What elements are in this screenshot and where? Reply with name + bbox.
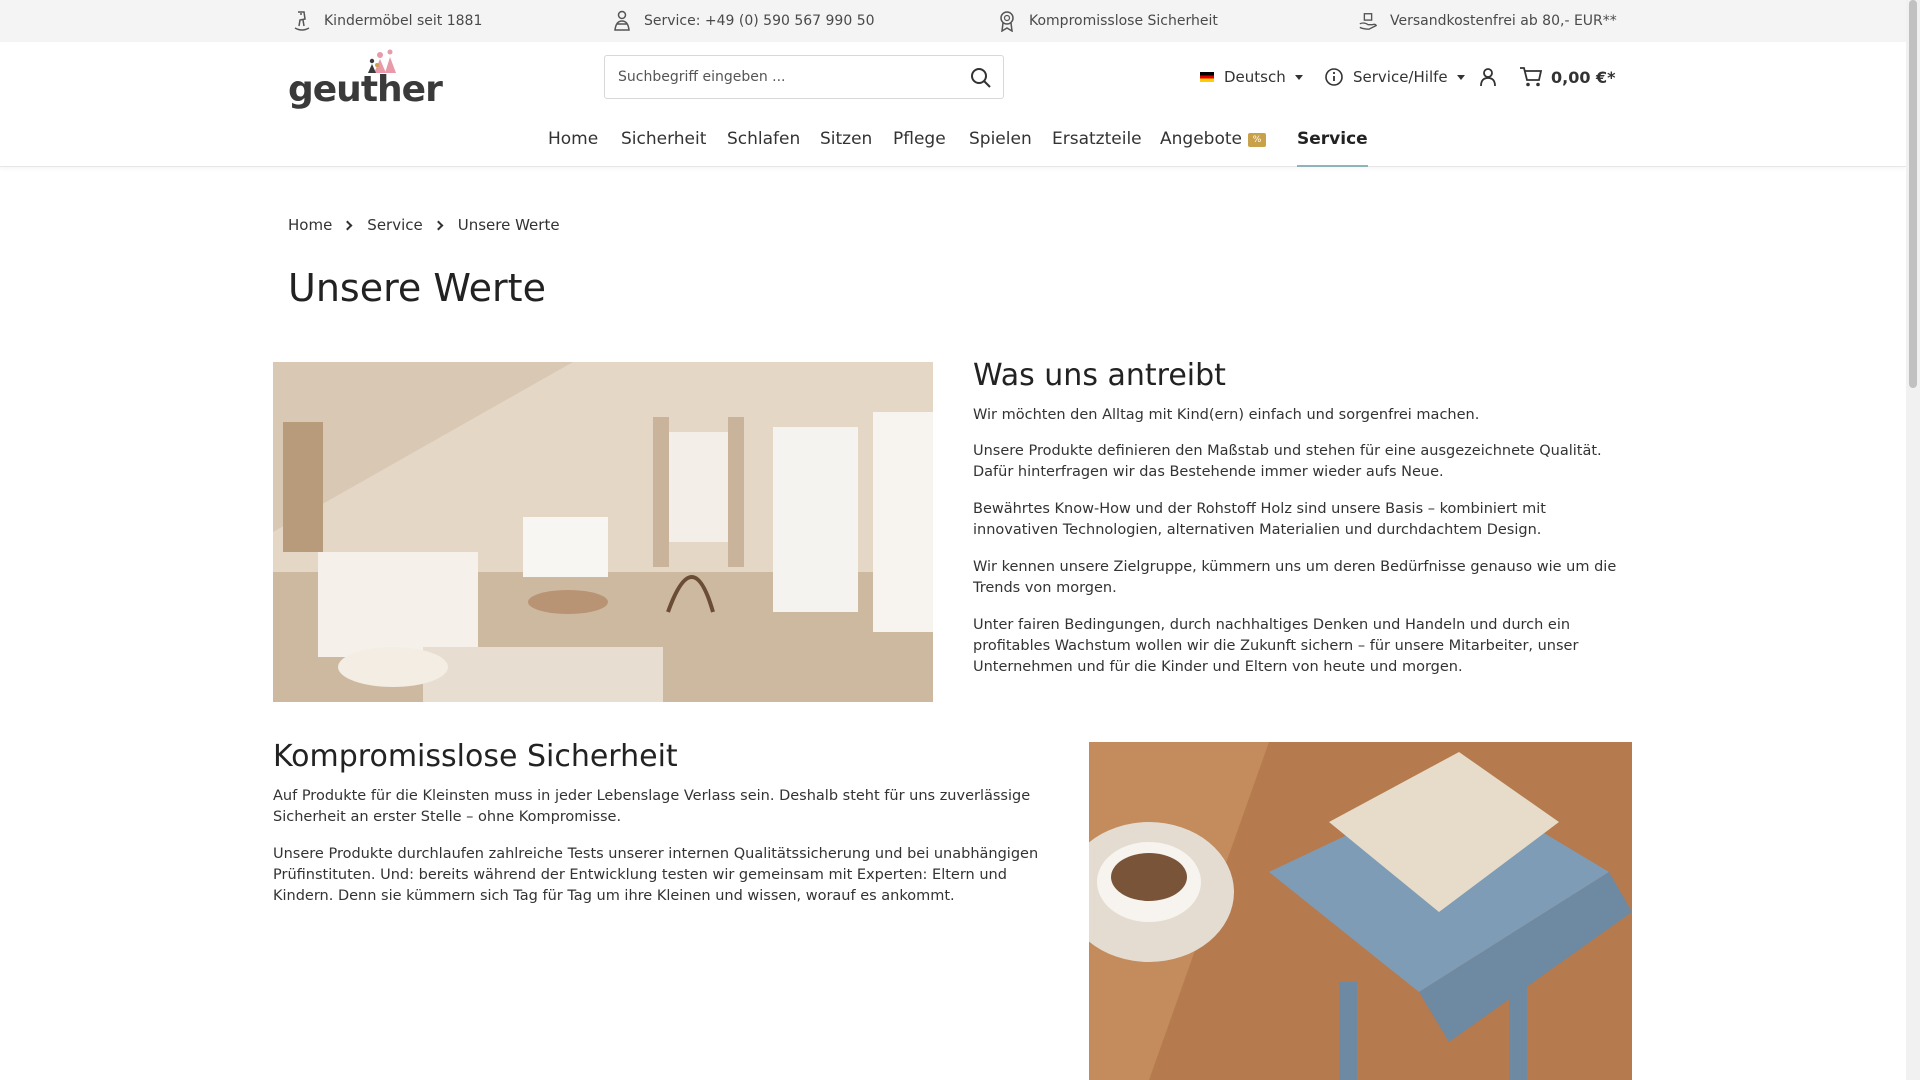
account-button[interactable] (1478, 55, 1498, 99)
breadcrumb-current: Unsere Werte (457, 216, 560, 234)
logo[interactable]: geuther (288, 49, 443, 115)
nav-item-service[interactable]: Service (1297, 122, 1368, 167)
cart-button[interactable]: 0,00 €* (1519, 55, 1616, 99)
cart-icon (1520, 67, 1543, 87)
usp-text: Versandkostenfrei ab 80,- EUR** (1390, 13, 1617, 29)
highchair-image (1089, 742, 1632, 1080)
search-box (604, 55, 1004, 99)
nav-item-pflege[interactable]: Pflege (893, 122, 946, 167)
search-input[interactable] (605, 56, 945, 98)
language-label: Deutsch (1224, 68, 1286, 86)
usp-text: Service: +49 (0) 590 567 990 50 (644, 13, 875, 29)
chevron-right-icon (433, 220, 444, 230)
section1-paragraph: Bewährtes Know-How und der Rohstoff Holz… (973, 501, 1546, 538)
user-icon (1480, 68, 1496, 87)
usp-text: Kompromisslose Sicherheit (1029, 13, 1218, 29)
usp-item-shipping: Versandkostenfrei ab 80,- EUR** (1358, 0, 1617, 42)
logo-wordmark: geuther (288, 69, 443, 110)
usp-item-safety: Kompromisslose Sicherheit (997, 0, 1218, 42)
hand-package-icon (1359, 13, 1378, 30)
service-menu[interactable]: Service/Hilfe (1324, 55, 1465, 99)
highchair-illustration (1089, 742, 1632, 1080)
nav-item-label: Angebote (1160, 129, 1242, 149)
sale-badge: % (1247, 133, 1266, 147)
main-navigation: Home Sicherheit Schlafen Sitzen Pflege S… (0, 122, 1906, 167)
info-icon (1325, 68, 1343, 86)
usp-item-service[interactable]: Service: +49 (0) 590 567 990 50 (612, 0, 875, 42)
usp-text: Kindermöbel seit 1881 (324, 13, 483, 29)
seal-icon (1000, 11, 1014, 32)
breadcrumb-home[interactable]: Home (288, 216, 332, 234)
search-icon[interactable] (969, 66, 993, 90)
site-header: geuther Deutsch Service/Hilfe 0,00 €* Ho… (0, 42, 1906, 167)
breadcrumb-service[interactable]: Service (367, 216, 422, 234)
usp-item-history: Kindermöbel seit 1881 (292, 0, 482, 42)
scrollbar-thumb[interactable] (1909, 0, 1917, 388)
section1-paragraph: Unter fairen Bedingungen, durch nachhalt… (973, 617, 1579, 675)
chevron-right-icon (342, 220, 353, 230)
section1-paragraph: Unsere Produkte definieren den Maßstab u… (973, 443, 1602, 480)
nav-item-angebote[interactable]: Angebote% (1160, 122, 1266, 167)
nav-item-schlafen[interactable]: Schlafen (727, 122, 800, 167)
nav-item-spielen[interactable]: Spielen (969, 122, 1032, 167)
section-heading-antreibt: Was uns antreibt (973, 358, 1226, 393)
nav-item-home[interactable]: Home (548, 122, 598, 167)
nav-item-sitzen[interactable]: Sitzen (820, 122, 872, 167)
page-title: Unsere Werte (288, 266, 546, 310)
section1-paragraph: Wir möchten den Alltag mit Kind(ern) ein… (973, 407, 1480, 423)
service-person-icon (614, 10, 630, 31)
nursery-image (273, 362, 933, 702)
nursery-illustration (273, 362, 933, 702)
section2-paragraph: Unsere Produkte durchlaufen zahlreiche T… (273, 846, 1039, 904)
section2-paragraph: Auf Produkte für die Kleinsten muss in j… (273, 788, 1031, 825)
german-flag-icon (1200, 72, 1214, 82)
page-scrollbar[interactable] (1906, 0, 1920, 1080)
usp-bar: Kindermöbel seit 1881 Service: +49 (0) 5… (0, 0, 1906, 42)
nav-item-sicherheit[interactable]: Sicherheit (621, 122, 706, 167)
chevron-down-icon (1294, 74, 1303, 80)
language-selector[interactable]: Deutsch (1200, 55, 1303, 99)
cart-total: 0,00 €* (1551, 67, 1616, 87)
section1-paragraph: Wir kennen unsere Zielgruppe, kümmern un… (973, 559, 1617, 596)
chevron-down-icon (1456, 74, 1465, 80)
service-menu-label: Service/Hilfe (1353, 68, 1448, 86)
breadcrumb: Home Service Unsere Werte (288, 216, 560, 234)
nav-item-ersatzteile[interactable]: Ersatzteile (1052, 122, 1142, 167)
section-heading-sicherheit: Kompromisslose Sicherheit (273, 739, 678, 774)
rocking-horse-icon (294, 11, 310, 31)
